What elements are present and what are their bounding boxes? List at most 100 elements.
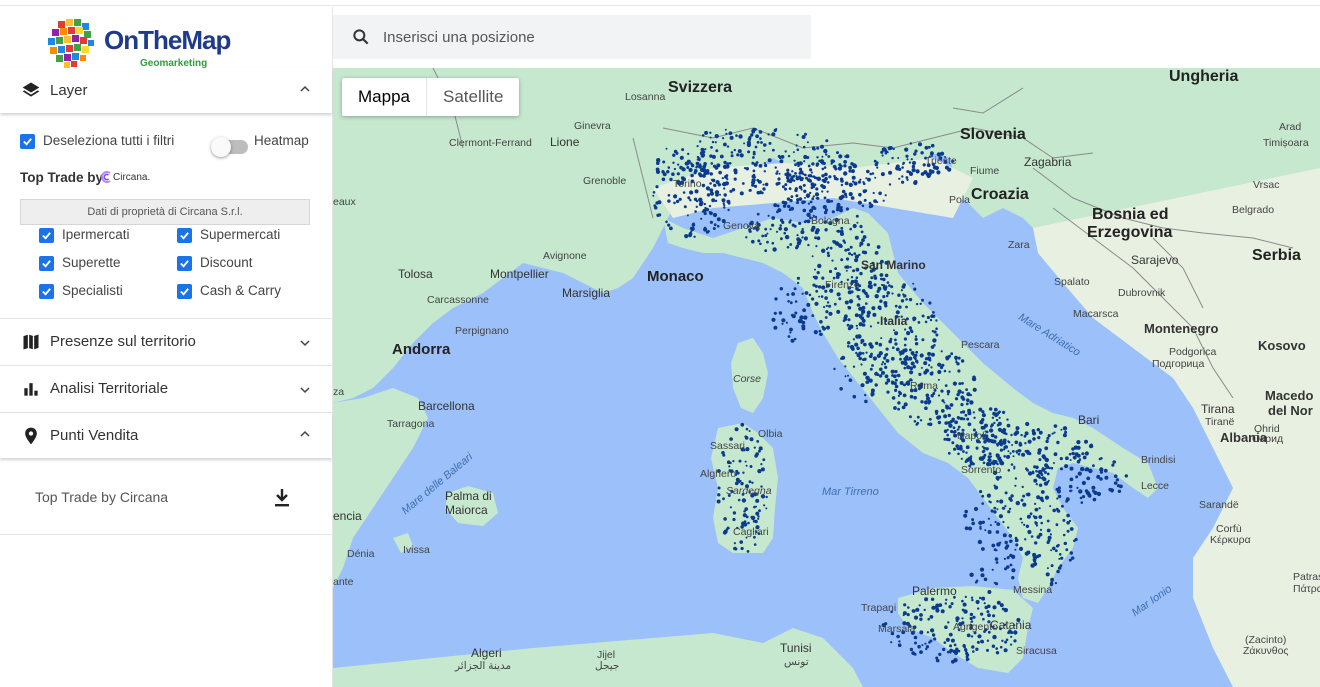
store-dot[interactable]	[905, 176, 909, 179]
store-dot[interactable]	[855, 267, 860, 272]
store-dot[interactable]	[824, 172, 828, 177]
store-dot[interactable]	[722, 530, 727, 535]
store-dot[interactable]	[890, 356, 895, 361]
store-dot[interactable]	[868, 342, 873, 347]
store-dot[interactable]	[981, 520, 985, 524]
store-dot[interactable]	[913, 287, 917, 291]
store-dot[interactable]	[1049, 505, 1052, 508]
store-dot[interactable]	[811, 255, 814, 258]
store-dot[interactable]	[783, 227, 788, 232]
store-dot[interactable]	[1032, 515, 1035, 518]
store-dot[interactable]	[709, 211, 713, 216]
store-dot[interactable]	[868, 280, 872, 285]
store-dot[interactable]	[687, 152, 690, 156]
store-dot[interactable]	[848, 165, 852, 170]
store-dot[interactable]	[989, 455, 993, 458]
store-dot[interactable]	[729, 506, 732, 509]
store-dot[interactable]	[686, 159, 691, 164]
store-dot[interactable]	[945, 437, 950, 441]
store-dot[interactable]	[1011, 450, 1015, 453]
store-dot[interactable]	[897, 401, 901, 405]
store-dot[interactable]	[1053, 452, 1058, 457]
store-dot[interactable]	[749, 437, 754, 442]
store-dot[interactable]	[1036, 473, 1040, 478]
store-dot[interactable]	[923, 400, 929, 405]
store-dot[interactable]	[988, 452, 992, 456]
store-dot[interactable]	[768, 141, 772, 145]
store-dot[interactable]	[665, 220, 668, 224]
store-dot[interactable]	[837, 166, 843, 171]
store-dot[interactable]	[815, 187, 819, 191]
store-dot[interactable]	[832, 160, 836, 163]
store-dot[interactable]	[914, 337, 918, 341]
store-dot[interactable]	[995, 418, 999, 422]
store-dot[interactable]	[773, 311, 777, 315]
store-dot[interactable]	[816, 146, 820, 150]
store-dot[interactable]	[1074, 452, 1079, 457]
store-dot[interactable]	[706, 187, 710, 191]
store-dot[interactable]	[702, 153, 706, 157]
store-dot[interactable]	[892, 147, 895, 151]
store-dot[interactable]	[771, 132, 776, 137]
store-dot[interactable]	[875, 161, 879, 165]
store-dot[interactable]	[793, 337, 797, 341]
store-dot[interactable]	[763, 504, 766, 507]
store-dot[interactable]	[880, 337, 883, 340]
store-dot[interactable]	[1037, 448, 1042, 453]
store-dot[interactable]	[991, 416, 995, 419]
store-dot[interactable]	[994, 520, 997, 524]
store-dot[interactable]	[947, 451, 951, 455]
store-dot[interactable]	[926, 631, 930, 634]
store-dot[interactable]	[709, 172, 713, 176]
store-dot[interactable]	[784, 150, 787, 153]
store-dot[interactable]	[714, 199, 718, 203]
store-dot[interactable]	[903, 361, 908, 366]
store-dot[interactable]	[779, 159, 784, 164]
store-dot[interactable]	[725, 132, 728, 135]
store-dot[interactable]	[920, 400, 924, 404]
store-dot[interactable]	[1038, 470, 1043, 474]
store-dot[interactable]	[1014, 536, 1018, 540]
store-dot[interactable]	[971, 598, 974, 602]
store-dot[interactable]	[905, 305, 908, 309]
store-dot[interactable]	[1015, 451, 1019, 454]
store-dot[interactable]	[961, 397, 966, 401]
store-dot[interactable]	[1057, 494, 1062, 499]
store-dot[interactable]	[957, 417, 960, 420]
store-dot[interactable]	[756, 190, 761, 195]
store-dot[interactable]	[912, 365, 916, 369]
store-dot[interactable]	[777, 177, 781, 181]
store-dot[interactable]	[930, 628, 935, 633]
store-dot[interactable]	[779, 224, 782, 227]
store-dot[interactable]	[866, 243, 871, 247]
store-dot[interactable]	[991, 644, 996, 648]
store-dot[interactable]	[1021, 485, 1024, 489]
store-dot[interactable]	[1096, 474, 1101, 479]
store-dot[interactable]	[903, 337, 908, 341]
store-dot[interactable]	[1025, 467, 1028, 471]
store-dot[interactable]	[978, 596, 982, 600]
store-dot[interactable]	[917, 644, 921, 649]
store-dot[interactable]	[817, 263, 822, 269]
store-dot[interactable]	[784, 234, 790, 240]
store-dot[interactable]	[931, 633, 936, 637]
store-dot[interactable]	[662, 160, 666, 164]
store-dot[interactable]	[816, 176, 821, 181]
store-dot[interactable]	[873, 274, 877, 278]
store-dot[interactable]	[725, 174, 729, 177]
store-dot[interactable]	[850, 196, 855, 200]
store-dot[interactable]	[690, 163, 695, 168]
store-dot[interactable]	[736, 153, 740, 157]
store-dot[interactable]	[757, 239, 761, 243]
store-dot[interactable]	[763, 170, 766, 173]
store-dot[interactable]	[1047, 538, 1051, 543]
store-dot[interactable]	[1054, 549, 1058, 553]
store-dot[interactable]	[1056, 509, 1061, 513]
store-dot[interactable]	[839, 387, 843, 391]
store-dot[interactable]	[812, 195, 815, 198]
store-dot[interactable]	[781, 318, 786, 323]
store-dot[interactable]	[996, 542, 1001, 547]
store-dot[interactable]	[984, 423, 988, 428]
store-dot[interactable]	[821, 248, 826, 253]
store-dot[interactable]	[888, 183, 892, 186]
